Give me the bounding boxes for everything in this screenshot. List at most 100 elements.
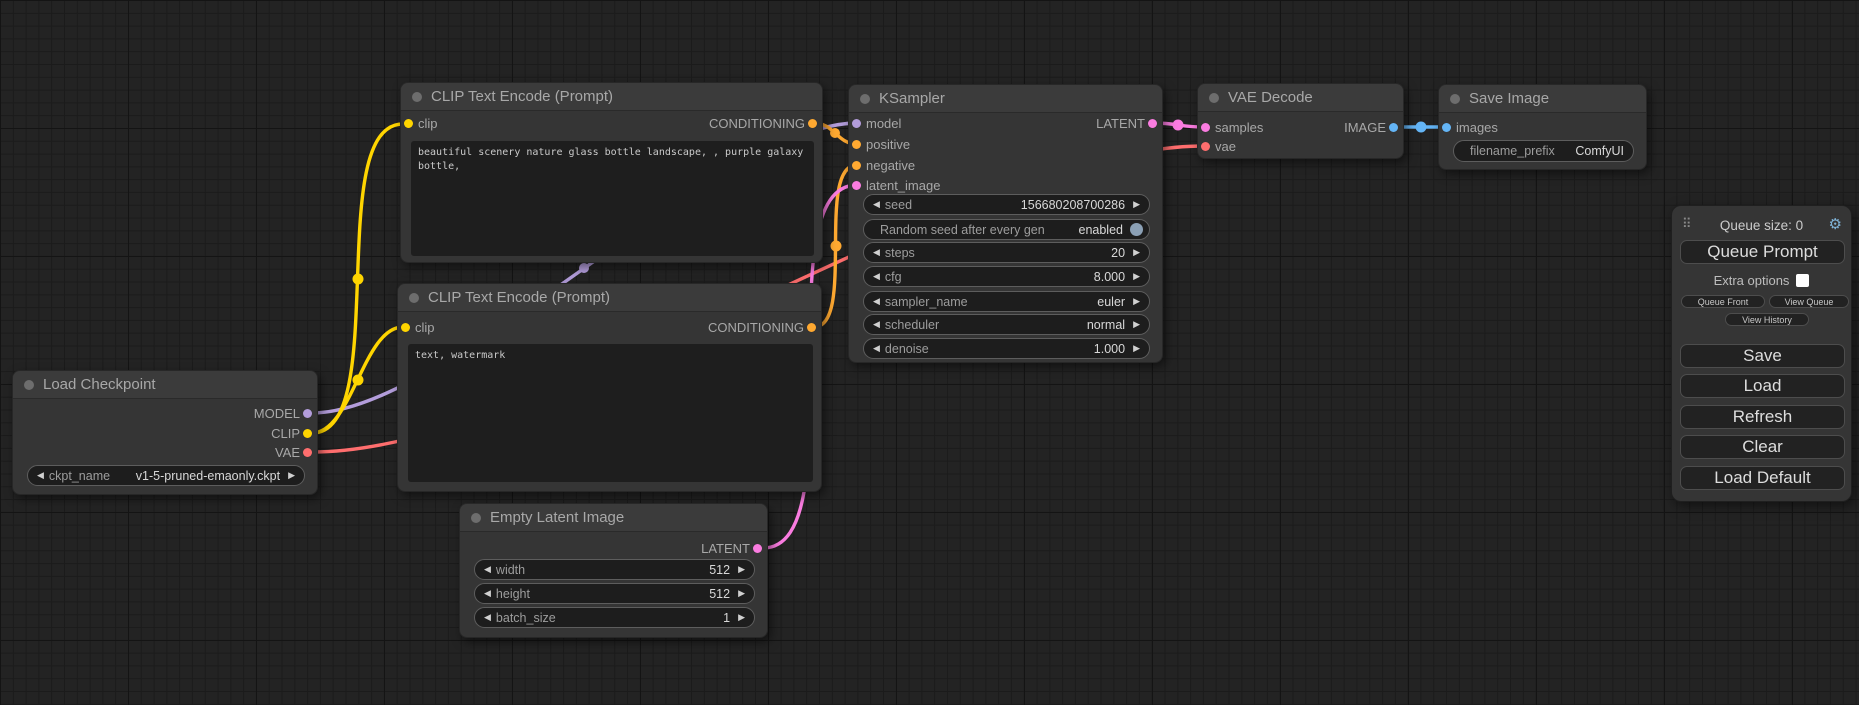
clear-button[interactable]: Clear <box>1680 435 1845 459</box>
view-history-button[interactable]: View History <box>1725 313 1809 326</box>
link-dot <box>353 274 364 285</box>
random-seed-toggle-widget[interactable]: Random seed after every gen enabled <box>863 219 1150 240</box>
decrement-arrow-icon[interactable]: ◀ <box>873 296 880 307</box>
image-output-pin[interactable] <box>1389 123 1398 132</box>
increment-arrow-icon[interactable]: ▶ <box>1133 199 1140 210</box>
increment-arrow-icon[interactable]: ▶ <box>288 470 295 481</box>
increment-arrow-icon[interactable]: ▶ <box>1133 296 1140 307</box>
vae-input-pin[interactable] <box>1201 142 1210 151</box>
scheduler-widget[interactable]: ◀ scheduler normal ▶ <box>863 314 1150 335</box>
filename-prefix-widget[interactable]: filename_prefix ComfyUI <box>1453 140 1634 162</box>
decrement-arrow-icon[interactable]: ◀ <box>873 199 880 210</box>
decrement-arrow-icon[interactable]: ◀ <box>873 343 880 354</box>
increment-arrow-icon[interactable]: ▶ <box>1133 247 1140 258</box>
model-output-pin[interactable] <box>303 409 312 418</box>
node-ksampler[interactable]: KSampler model positive negative latent_… <box>848 84 1163 363</box>
increment-arrow-icon[interactable]: ▶ <box>1133 343 1140 354</box>
decrement-arrow-icon[interactable]: ◀ <box>37 470 44 481</box>
latent-output-pin[interactable] <box>753 544 762 553</box>
increment-arrow-icon[interactable]: ▶ <box>1133 271 1140 282</box>
decrement-arrow-icon[interactable]: ◀ <box>873 319 880 330</box>
model-input-pin[interactable] <box>852 119 861 128</box>
samples-input-pin[interactable] <box>1201 123 1210 132</box>
node-title-label: Save Image <box>1469 90 1549 107</box>
widget-label: steps <box>885 246 915 260</box>
view-queue-button[interactable]: View Queue <box>1769 295 1849 308</box>
node-title[interactable]: KSampler <box>849 85 1162 113</box>
batch-size-widget[interactable]: ◀ batch_size 1 ▶ <box>474 607 755 628</box>
negative-prompt-textarea[interactable]: text, watermark <box>408 344 813 482</box>
collapse-dot-icon[interactable] <box>1209 93 1219 103</box>
ckpt-name-widget[interactable]: ◀ ckpt_name v1-5-pruned-emaonly.ckpt ▶ <box>27 465 305 486</box>
link-dot <box>579 263 589 273</box>
node-title-label: KSampler <box>879 90 945 107</box>
save-button[interactable]: Save <box>1680 344 1845 368</box>
node-title-label: VAE Decode <box>1228 89 1313 106</box>
negative-input-pin[interactable] <box>852 161 861 170</box>
output-clip-label: CLIP <box>271 426 300 442</box>
output-conditioning-label: CONDITIONING <box>708 320 804 336</box>
decrement-arrow-icon[interactable]: ◀ <box>484 588 491 599</box>
load-default-button[interactable]: Load Default <box>1680 466 1845 490</box>
height-widget[interactable]: ◀ height 512 ▶ <box>474 583 755 604</box>
cfg-widget[interactable]: ◀ cfg 8.000 ▶ <box>863 266 1150 287</box>
output-conditioning-label: CONDITIONING <box>709 116 805 132</box>
decrement-arrow-icon[interactable]: ◀ <box>873 247 880 258</box>
width-widget[interactable]: ◀ width 512 ▶ <box>474 559 755 580</box>
node-load-checkpoint[interactable]: Load Checkpoint MODEL CLIP VAE ◀ ckpt_na… <box>12 370 318 495</box>
increment-arrow-icon[interactable]: ▶ <box>738 612 745 623</box>
queue-prompt-button[interactable]: Queue Prompt <box>1680 240 1845 264</box>
settings-gear-icon[interactable]: ⚙ <box>1829 215 1842 233</box>
node-title[interactable]: Empty Latent Image <box>460 504 767 532</box>
input-model-label: model <box>866 116 901 132</box>
node-title[interactable]: CLIP Text Encode (Prompt) <box>401 83 822 111</box>
collapse-dot-icon[interactable] <box>409 293 419 303</box>
increment-arrow-icon[interactable]: ▶ <box>738 564 745 575</box>
widget-value: 20 <box>1101 246 1125 260</box>
widget-value: normal <box>1077 318 1125 332</box>
vae-output-pin[interactable] <box>303 448 312 457</box>
decrement-arrow-icon[interactable]: ◀ <box>484 612 491 623</box>
positive-input-pin[interactable] <box>852 140 861 149</box>
positive-prompt-textarea[interactable]: beautiful scenery nature glass bottle la… <box>411 141 814 256</box>
toggle-enabled-icon[interactable] <box>1130 223 1143 236</box>
node-save-image[interactable]: Save Image images filename_prefix ComfyU… <box>1438 84 1647 170</box>
latent-output-pin[interactable] <box>1148 119 1157 128</box>
denoise-widget[interactable]: ◀ denoise 1.000 ▶ <box>863 338 1150 359</box>
clip-output-pin[interactable] <box>303 429 312 438</box>
increment-arrow-icon[interactable]: ▶ <box>1133 319 1140 330</box>
node-vae-decode[interactable]: VAE Decode samples vae IMAGE <box>1197 83 1404 159</box>
node-empty-latent-image[interactable]: Empty Latent Image LATENT ◀ width 512 ▶ … <box>459 503 768 638</box>
load-button[interactable]: Load <box>1680 374 1845 398</box>
queue-front-button[interactable]: Queue Front <box>1681 295 1765 308</box>
clip-input-pin[interactable] <box>404 119 413 128</box>
node-title[interactable]: VAE Decode <box>1198 84 1403 112</box>
increment-arrow-icon[interactable]: ▶ <box>738 588 745 599</box>
node-clip-text-encode-positive[interactable]: CLIP Text Encode (Prompt) clip CONDITION… <box>400 82 823 263</box>
seed-widget[interactable]: ◀ seed 156680208700286 ▶ <box>863 194 1150 215</box>
decrement-arrow-icon[interactable]: ◀ <box>873 271 880 282</box>
extra-options-checkbox[interactable] <box>1796 274 1809 287</box>
collapse-dot-icon[interactable] <box>412 92 422 102</box>
collapse-dot-icon[interactable] <box>860 94 870 104</box>
widget-label: filename_prefix <box>1470 144 1555 158</box>
node-graph-canvas[interactable]: Load Checkpoint MODEL CLIP VAE ◀ ckpt_na… <box>0 0 1859 705</box>
node-title[interactable]: Load Checkpoint <box>13 371 317 399</box>
node-clip-text-encode-negative[interactable]: CLIP Text Encode (Prompt) clip CONDITION… <box>397 283 822 492</box>
decrement-arrow-icon[interactable]: ◀ <box>484 564 491 575</box>
collapse-dot-icon[interactable] <box>471 513 481 523</box>
node-title[interactable]: Save Image <box>1439 85 1646 113</box>
conditioning-output-pin[interactable] <box>808 119 817 128</box>
images-input-pin[interactable] <box>1442 123 1451 132</box>
collapse-dot-icon[interactable] <box>1450 94 1460 104</box>
latent-image-input-pin[interactable] <box>852 181 861 190</box>
refresh-button[interactable]: Refresh <box>1680 405 1845 429</box>
sampler-name-widget[interactable]: ◀ sampler_name euler ▶ <box>863 291 1150 312</box>
widget-label: batch_size <box>496 611 556 625</box>
clip-input-pin[interactable] <box>401 323 410 332</box>
node-title[interactable]: CLIP Text Encode (Prompt) <box>398 284 821 312</box>
conditioning-output-pin[interactable] <box>807 323 816 332</box>
steps-widget[interactable]: ◀ steps 20 ▶ <box>863 242 1150 263</box>
widget-label: seed <box>885 198 912 212</box>
collapse-dot-icon[interactable] <box>24 380 34 390</box>
